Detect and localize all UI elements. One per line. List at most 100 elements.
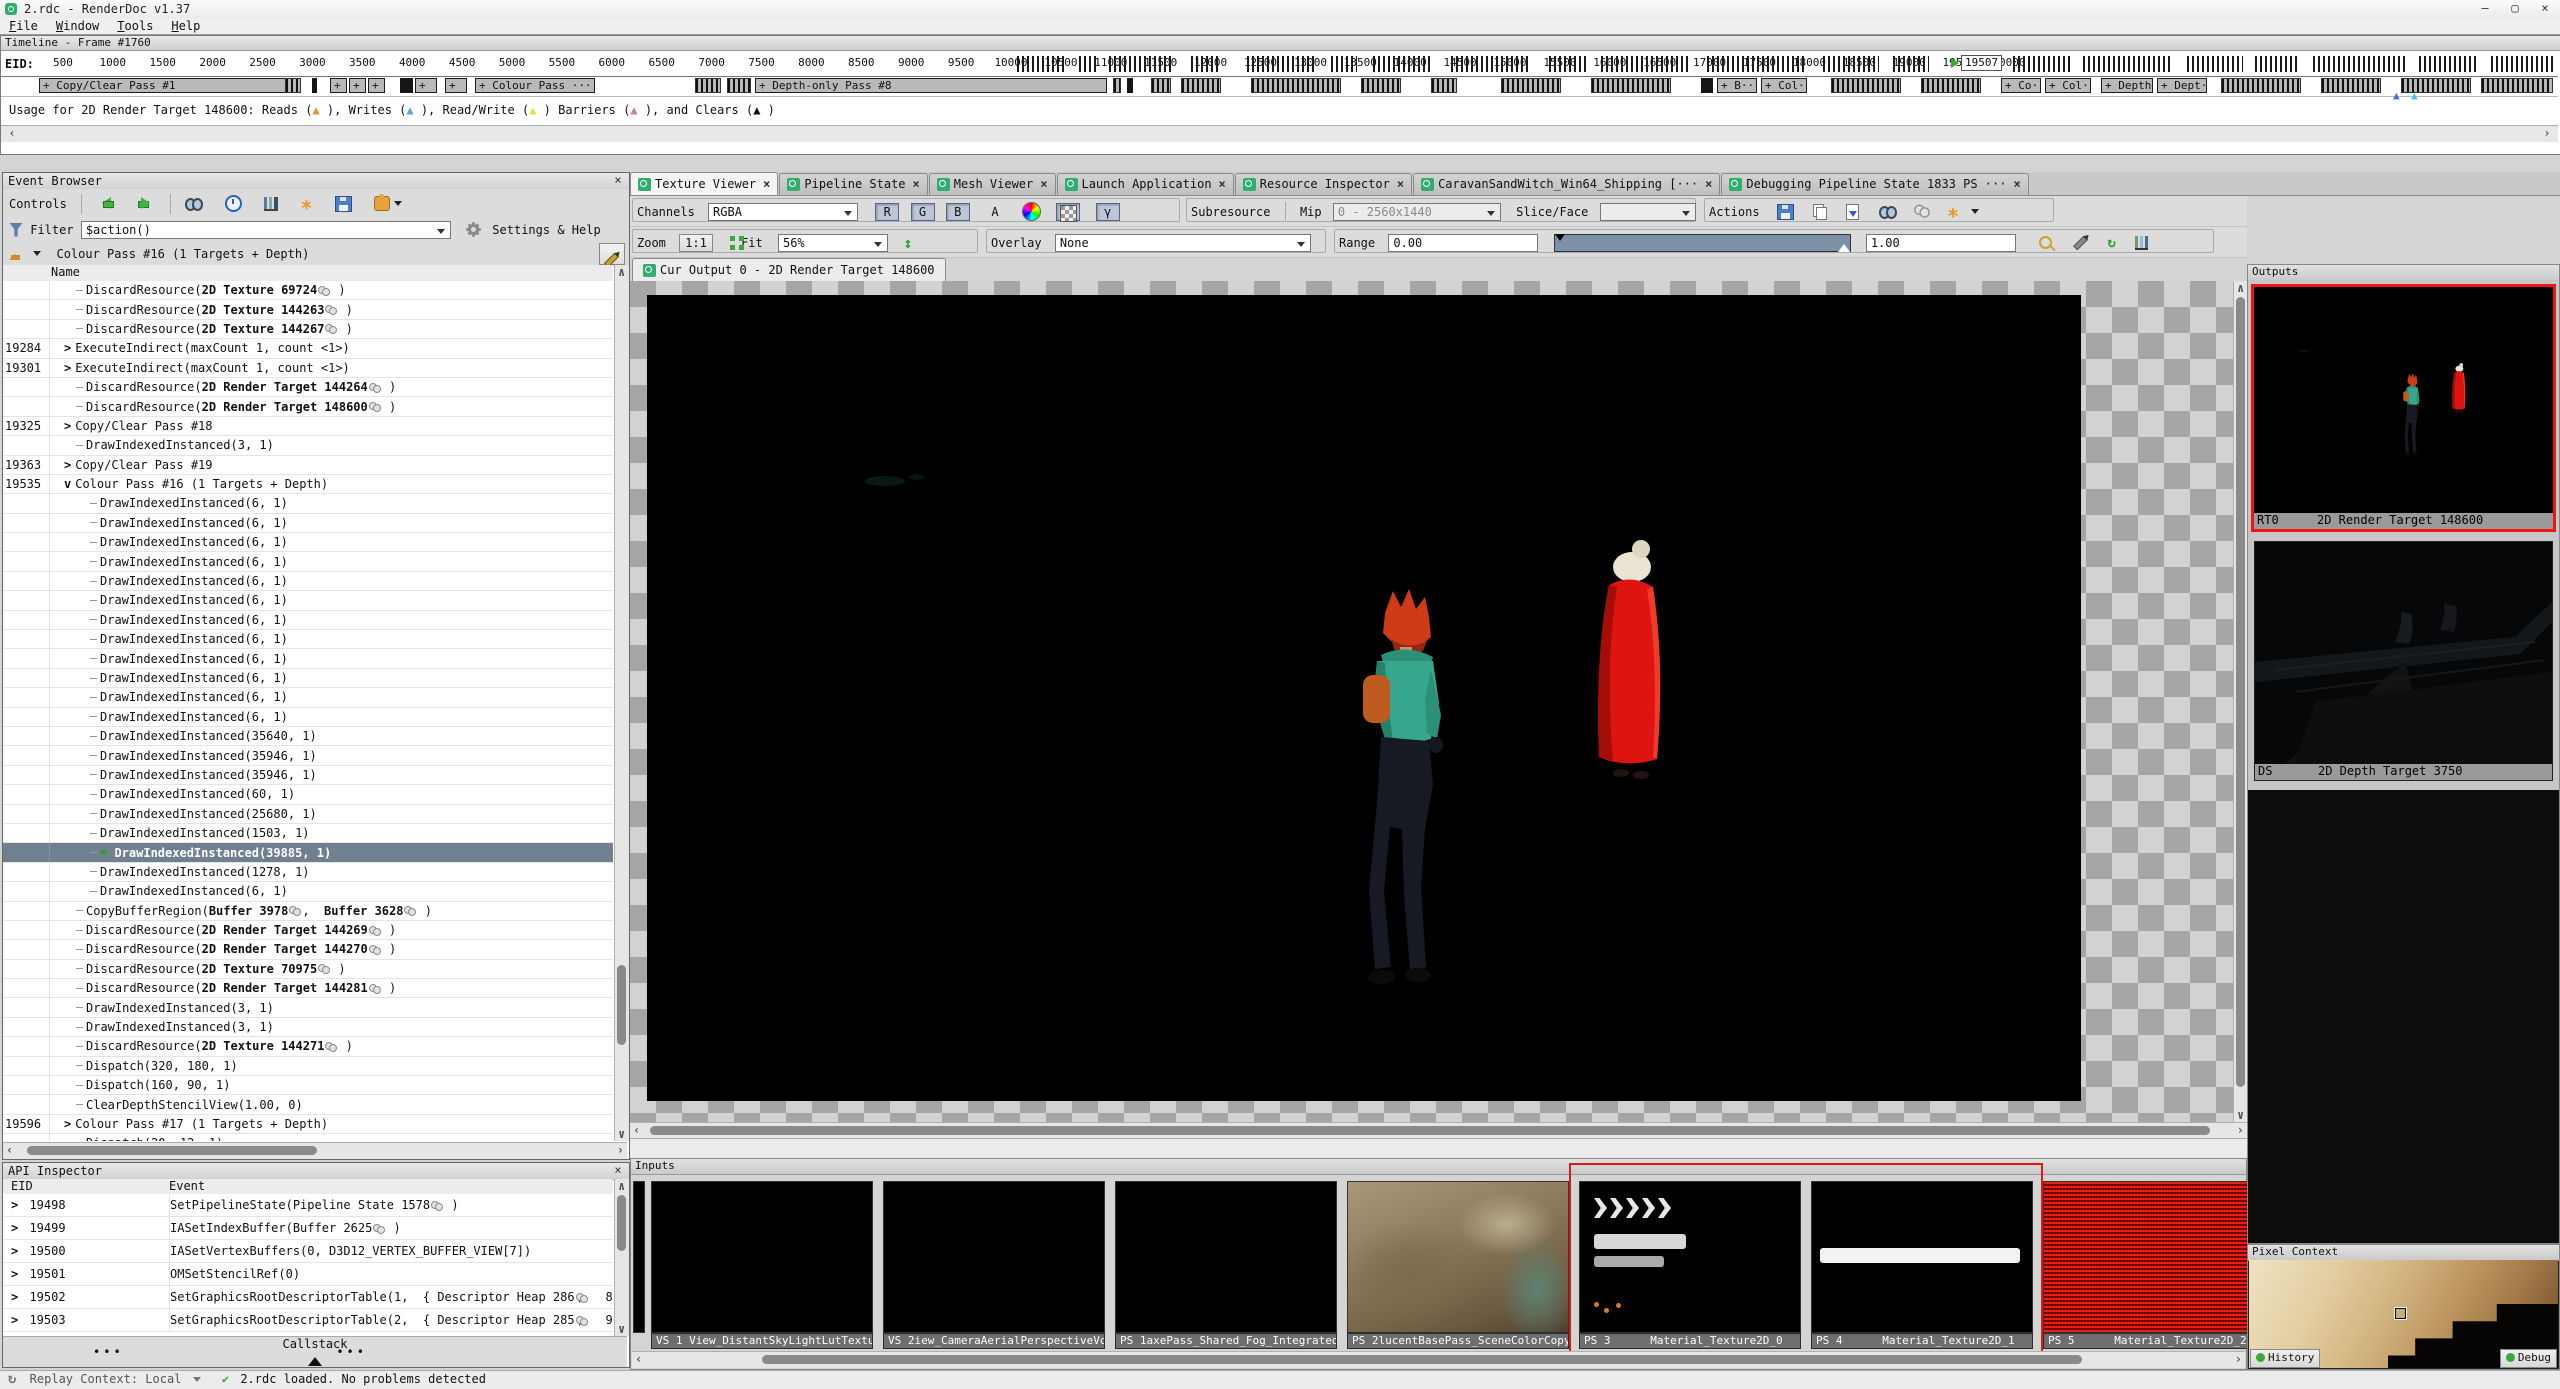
timing-icon[interactable] xyxy=(225,195,242,212)
timeline-pass-solid[interactable] xyxy=(1701,78,1713,93)
input-thumbnail[interactable] xyxy=(2043,1181,2265,1333)
extensions-dropdown-icon[interactable] xyxy=(394,201,402,210)
resource-link-icon[interactable] xyxy=(369,945,381,954)
step-back-icon[interactable] xyxy=(96,197,115,210)
hscroll-thumb[interactable] xyxy=(650,1126,2210,1135)
filter-input[interactable]: $action() xyxy=(81,221,451,239)
event-list-vscrollbar[interactable]: ∧ ∨ xyxy=(614,265,629,1141)
resource-link-icon[interactable] xyxy=(289,906,301,915)
flip-y-icon[interactable]: ↕ xyxy=(903,231,912,255)
event-row[interactable]: DrawIndexedInstanced(3, 1) xyxy=(3,1018,613,1037)
event-row[interactable]: 19363>Copy/Clear Pass #19 xyxy=(3,456,613,475)
name-column-header[interactable]: Name xyxy=(51,265,80,279)
event-row[interactable]: DrawIndexedInstanced(35946, 1) xyxy=(3,766,613,785)
fit-label[interactable]: Fit xyxy=(741,231,763,255)
timeline-pass-bar[interactable]: + Co··· xyxy=(2001,78,2041,93)
history-button[interactable]: History xyxy=(2250,1349,2320,1368)
event-row[interactable]: DrawIndexedInstanced(3, 1) xyxy=(3,998,613,1017)
overlay-select[interactable]: None xyxy=(1055,234,1311,252)
event-row[interactable]: CopyBufferRegion(Buffer 3978, Buffer 362… xyxy=(3,902,613,921)
api-call-row[interactable]: > 19503SetGraphicsRootDescriptorTable(2,… xyxy=(3,1309,613,1332)
reset-range-icon[interactable]: ↻ xyxy=(2108,231,2116,255)
resource-link-icon[interactable] xyxy=(431,1201,443,1210)
favorite-icon[interactable]: * xyxy=(1946,211,1960,221)
hscroll-thumb[interactable] xyxy=(762,1355,2082,1364)
tree-caret-icon[interactable]: > xyxy=(64,1117,71,1131)
timeline-pass-stripe[interactable] xyxy=(1251,78,1341,93)
event-row[interactable]: ClearDepthStencilView(1.00, 0) xyxy=(3,1095,613,1114)
timeline-pass-bar[interactable]: + xyxy=(330,78,347,93)
resource-link-icon[interactable] xyxy=(369,383,381,392)
timeline-pass-bar[interactable]: + xyxy=(349,78,366,93)
timeline-pass-stripe[interactable] xyxy=(695,78,721,93)
callstack-section[interactable]: ••• Callstack ••• xyxy=(3,1336,627,1367)
event-row[interactable]: DrawIndexedInstanced(6, 1) xyxy=(3,688,613,707)
event-row[interactable]: DrawIndexedInstanced(6, 1) xyxy=(3,630,613,649)
current-output-tab[interactable]: Cur Output 0 - 2D Render Target 148600 xyxy=(632,258,946,281)
event-row[interactable]: DiscardResource(2D Texture 144271 ) xyxy=(3,1037,613,1056)
maximize-button[interactable]: ▢ xyxy=(2500,0,2530,18)
breadcrumb[interactable]: Colour Pass #16 (1 Targets + Depth) xyxy=(56,242,309,266)
tab-caravansandwitch-win64-shipping[interactable]: CaravanSandWitch_Win64_Shipping [···× xyxy=(1413,173,1720,195)
tab-close-icon[interactable]: × xyxy=(763,177,770,191)
inputs-hscrollbar[interactable]: ‹ › xyxy=(632,1351,2245,1368)
event-row[interactable]: DiscardResource(2D Render Target 148600 … xyxy=(3,397,613,416)
tab-close-icon[interactable]: × xyxy=(1040,177,1047,191)
timeline-pass-stripe[interactable] xyxy=(2321,78,2381,93)
timeline-pass-stripe[interactable] xyxy=(2481,78,2553,93)
tab-close-icon[interactable]: × xyxy=(2013,177,2020,191)
resource-link-icon[interactable] xyxy=(369,926,381,935)
scroll-left-icon[interactable]: ‹ xyxy=(6,1143,13,1157)
vscroll-thumb[interactable] xyxy=(2236,297,2245,1087)
outputs-header[interactable]: Outputs xyxy=(2248,265,2559,281)
scroll-right-icon[interactable]: › xyxy=(617,1143,624,1157)
tree-caret-icon[interactable]: > xyxy=(64,341,71,355)
resource-link-icon[interactable] xyxy=(404,906,416,915)
tree-caret-icon[interactable]: v xyxy=(64,477,71,491)
open-external-icon[interactable] xyxy=(1846,204,1859,220)
event-row[interactable]: DiscardResource(2D Render Target 144269 … xyxy=(3,921,613,940)
api-call-row[interactable]: > 19500IASetVertexBuffers(0, D3D12_VERTE… xyxy=(3,1240,613,1263)
channel-b-button[interactable]: B xyxy=(946,203,970,221)
event-row[interactable]: ⚑ DrawIndexedInstanced(39885, 1) xyxy=(3,843,613,862)
goto-icon[interactable] xyxy=(1879,205,1897,218)
event-row[interactable]: DiscardResource(2D Texture 69724 ) xyxy=(3,281,613,300)
resource-link-icon[interactable] xyxy=(325,1042,337,1051)
callstack-expand-icon[interactable] xyxy=(308,1350,322,1366)
event-row[interactable]: 19596>Colour Pass #17 (1 Targets + Depth… xyxy=(3,1115,613,1134)
channel-g-button[interactable]: G xyxy=(911,203,935,221)
scroll-left-icon[interactable]: ‹ xyxy=(633,1123,640,1137)
event-row[interactable]: DrawIndexedInstanced(6, 1) xyxy=(3,572,613,591)
event-row[interactable]: 19325>Copy/Clear Pass #18 xyxy=(3,417,613,436)
timeline-pass-bar[interactable]: + Copy/Clear Pass #1 xyxy=(39,78,299,93)
scroll-up-icon[interactable]: ∧ xyxy=(2237,281,2244,295)
event-row[interactable]: DrawIndexedInstanced(6, 1) xyxy=(3,514,613,533)
event-row[interactable]: DrawIndexedInstanced(6, 1) xyxy=(3,533,613,552)
channel-a-button[interactable]: A xyxy=(983,203,1007,221)
tab-launch-application[interactable]: Launch Application× xyxy=(1057,173,1234,195)
resource-link-icon[interactable] xyxy=(325,305,337,314)
gear-icon[interactable] xyxy=(468,224,479,235)
range-min-input[interactable]: 0.00 xyxy=(1388,234,1538,252)
api-vscrollbar[interactable]: ∧ ∨ xyxy=(614,1179,629,1336)
api-call-row[interactable]: > 19498SetPipelineState(Pipeline State 1… xyxy=(3,1194,613,1217)
event-browser-title[interactable]: Event Browser xyxy=(3,173,629,190)
event-row[interactable]: DrawIndexedInstanced(6, 1) xyxy=(3,552,613,571)
resource-link-icon[interactable] xyxy=(369,402,381,411)
event-row[interactable]: DrawIndexedInstanced(6, 1) xyxy=(3,669,613,688)
scroll-right-icon[interactable]: › xyxy=(2538,126,2556,141)
api-call-row[interactable]: > 19501OMSetStencilRef(0) xyxy=(3,1263,613,1286)
tree-caret-icon[interactable]: > xyxy=(11,1267,25,1281)
bookmark-icon[interactable]: * xyxy=(299,203,313,213)
event-row[interactable]: DrawIndexedInstanced(6, 1) xyxy=(3,708,613,727)
actions-dropdown-icon[interactable] xyxy=(1971,209,1979,218)
channel-r-button[interactable]: R xyxy=(875,203,899,221)
input-thumbnail[interactable] xyxy=(651,1181,873,1333)
viewport-vscrollbar[interactable]: ∧ ∨ xyxy=(2233,281,2248,1122)
event-row[interactable]: DrawIndexedInstanced(1278, 1) xyxy=(3,863,613,882)
menu-item-tools[interactable]: Tools xyxy=(108,18,162,34)
menu-item-help[interactable]: Help xyxy=(162,18,209,34)
tab-texture-viewer[interactable]: Texture Viewer× xyxy=(630,172,778,195)
tree-caret-icon[interactable]: > xyxy=(11,1198,25,1212)
replay-context-dropdown-icon[interactable] xyxy=(193,1377,201,1386)
